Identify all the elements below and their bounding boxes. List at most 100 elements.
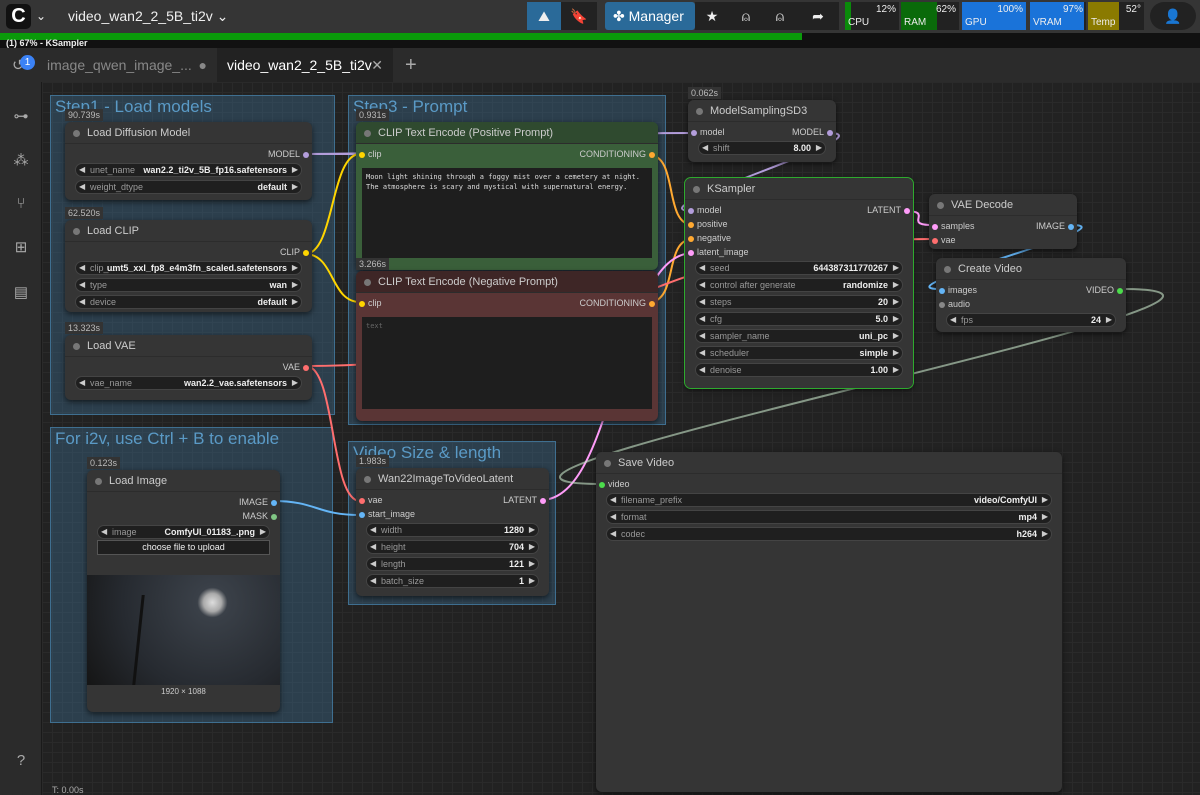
widget-fps[interactable]: fps 24 xyxy=(946,313,1116,327)
input-slot-latent_image[interactable]: latent_image xyxy=(685,245,749,259)
output-slot-model[interactable]: MODEL xyxy=(268,147,312,161)
workflows-icon[interactable]: ⊞ xyxy=(11,238,31,258)
widget-length[interactable]: length 121 xyxy=(366,557,539,571)
input-slot-model[interactable]: model xyxy=(685,203,722,217)
output-slot-video[interactable]: VIDEO xyxy=(1086,283,1126,297)
widget-unet_name[interactable]: unet_name wan2.2_ti2v_5B_fp16.safetensors xyxy=(75,163,302,177)
manager-button[interactable]: ✤ Manager xyxy=(605,2,695,30)
input-slot-samples[interactable]: samples xyxy=(929,219,975,233)
link[interactable] xyxy=(272,500,361,516)
input-slot-audio[interactable]: audio xyxy=(936,297,970,311)
output-slot-latent[interactable]: LATENT xyxy=(503,493,549,507)
input-slot-clip[interactable]: clip xyxy=(356,296,382,310)
widget-vae_name[interactable]: vae_name wan2.2_vae.safetensors xyxy=(75,376,302,390)
queue-icon[interactable]: ⊶ xyxy=(11,107,31,127)
prompt-textarea[interactable]: text xyxy=(362,317,652,409)
node-ksampler[interactable]: KSampler model positive negative latent_imag… xyxy=(684,177,914,389)
input-slot-start_image[interactable]: start_image xyxy=(356,507,415,521)
link[interactable] xyxy=(305,365,361,502)
widget-controlaftergenerate[interactable]: control after generate randomize xyxy=(695,278,903,292)
node-wan22[interactable]: Wan22ImageToVideoLatent vae start_image LAT… xyxy=(356,468,549,596)
widget-batch_size[interactable]: batch_size 1 xyxy=(366,574,539,588)
input-slot-clip[interactable]: clip xyxy=(356,147,382,161)
widget-format[interactable]: format mp4 xyxy=(606,510,1052,524)
widget-scheduler[interactable]: scheduler simple xyxy=(695,346,903,360)
node-clip-pos[interactable]: CLIP Text Encode (Positive Prompt) clip CO… xyxy=(356,122,658,270)
free-cache-icon[interactable]: ⍝ xyxy=(763,2,797,30)
widget-shift[interactable]: shift 8.00 xyxy=(698,141,826,155)
link[interactable] xyxy=(304,153,361,255)
output-slot-clip[interactable]: CLIP xyxy=(280,245,312,259)
model-library-icon[interactable]: ⑂ xyxy=(11,195,31,215)
tab-video-wan[interactable]: video_wan2_2_5B_ti2v ✕ xyxy=(217,48,393,82)
node-load-diffusion[interactable]: Load Diffusion Model MODEL unet_name wan2.2… xyxy=(65,122,312,200)
widget-device[interactable]: device default xyxy=(75,295,302,309)
widget-codec[interactable]: codec h264 xyxy=(606,527,1052,541)
widget-steps[interactable]: steps 20 xyxy=(695,295,903,309)
output-slot-vae[interactable]: VAE xyxy=(283,360,312,374)
node-title[interactable]: KSampler xyxy=(685,178,913,200)
output-slot-conditioning[interactable]: CONDITIONING xyxy=(580,147,659,161)
node-title[interactable]: CLIP Text Encode (Negative Prompt) xyxy=(356,271,658,293)
input-slot-negative[interactable]: negative xyxy=(685,231,731,245)
node-load-vae[interactable]: Load VAE VAE vae_name wan2.2_vae.safetensor… xyxy=(65,335,312,400)
output-slot-model[interactable]: MODEL xyxy=(792,125,836,139)
node-load-clip[interactable]: Load CLIP CLIP clip_...umt5_xxl_fp8_e4m3fn… xyxy=(65,220,312,312)
node-title[interactable]: Create Video xyxy=(936,258,1126,280)
widget-width[interactable]: width 1280 xyxy=(366,523,539,537)
share-icon[interactable]: ➦ xyxy=(797,2,839,30)
input-slot-video[interactable]: video xyxy=(596,477,630,491)
node-title[interactable]: Wan22ImageToVideoLatent xyxy=(356,468,549,490)
graph-canvas[interactable]: T: 0.00s Step1 - Load models Step3 - Prom… xyxy=(42,82,1200,795)
tab-image-qwen[interactable]: image_qwen_image_... ● xyxy=(37,48,217,82)
star-icon[interactable]: ★ xyxy=(695,2,729,30)
node-title[interactable]: Load VAE xyxy=(65,335,312,357)
node-title[interactable]: Save Video xyxy=(596,452,1062,474)
widget-image[interactable]: image ComfyUI_01183_.png xyxy=(97,525,270,539)
output-slot-image[interactable]: IMAGE xyxy=(1036,219,1077,233)
comfy-logo[interactable]: C xyxy=(6,4,31,29)
node-title[interactable]: CLIP Text Encode (Positive Prompt) xyxy=(356,122,658,144)
prompt-textarea[interactable]: Moon light shining through a foggy mist … xyxy=(362,168,652,258)
widget-cfg[interactable]: cfg 5.0 xyxy=(695,312,903,326)
widget-filename_prefix[interactable]: filename_prefix video/ComfyUI xyxy=(606,493,1052,507)
node-title[interactable]: Load Diffusion Model xyxy=(65,122,312,144)
node-title[interactable]: Load Image xyxy=(87,470,280,492)
node-title[interactable]: VAE Decode xyxy=(929,194,1077,216)
chevron-down-icon[interactable]: ⌄ xyxy=(36,9,46,23)
widget-clip_[interactable]: clip_...umt5_xxl_fp8_e4m3fn_scaled.safet… xyxy=(75,261,302,275)
input-slot-vae[interactable]: vae xyxy=(356,493,383,507)
upload-button[interactable]: choose file to upload xyxy=(97,540,270,555)
templates-icon[interactable]: ▤ xyxy=(11,283,31,303)
widget-seed[interactable]: seed 644387311770267 xyxy=(695,261,903,275)
output-slot-mask[interactable]: MASK xyxy=(242,509,280,523)
bookmark-icon[interactable]: 🔖 xyxy=(561,2,597,30)
workflow-title[interactable]: video_wan2_2_5B_ti2v ⌄ xyxy=(68,8,228,25)
input-slot-images[interactable]: images xyxy=(936,283,977,297)
widget-height[interactable]: height 704 xyxy=(366,540,539,554)
node-vae-decode[interactable]: VAE Decode samples vae IMAGE xyxy=(929,194,1077,249)
widget-weight_dtype[interactable]: weight_dtype default xyxy=(75,180,302,194)
output-slot-conditioning[interactable]: CONDITIONING xyxy=(580,296,659,310)
node-title[interactable]: Load CLIP xyxy=(65,220,312,242)
input-slot-positive[interactable]: positive xyxy=(685,217,728,231)
node-create-video[interactable]: Create Video images audio VIDEO fps 24 xyxy=(936,258,1126,332)
input-slot-vae[interactable]: vae xyxy=(929,233,956,247)
new-tab-button[interactable]: + xyxy=(395,48,427,82)
node-model-sampling[interactable]: ModelSamplingSD3 model MODEL shift 8.00 xyxy=(688,100,836,162)
queue-icon[interactable]: ⛰ xyxy=(527,2,561,30)
input-slot-model[interactable]: model xyxy=(688,125,725,139)
user-avatar[interactable]: 👤 xyxy=(1150,2,1196,30)
widget-denoise[interactable]: denoise 1.00 xyxy=(695,363,903,377)
widget-sampler_name[interactable]: sampler_name uni_pc xyxy=(695,329,903,343)
node-load-image[interactable]: Load Image IMAGE MASK image ComfyUI_01183_.p… xyxy=(87,470,280,712)
link[interactable] xyxy=(304,253,361,303)
output-slot-latent[interactable]: LATENT xyxy=(867,203,913,217)
widget-type[interactable]: type wan xyxy=(75,278,302,292)
node-library-icon[interactable]: ⁂ xyxy=(11,151,31,171)
close-icon[interactable]: ✕ xyxy=(371,48,383,82)
node-save-video[interactable]: Save Video video filename_prefix video/Comf… xyxy=(596,452,1062,792)
node-title[interactable]: ModelSamplingSD3 xyxy=(688,100,836,122)
node-clip-neg[interactable]: CLIP Text Encode (Negative Prompt) clip CO… xyxy=(356,271,658,421)
help-icon[interactable]: ? xyxy=(11,752,31,772)
